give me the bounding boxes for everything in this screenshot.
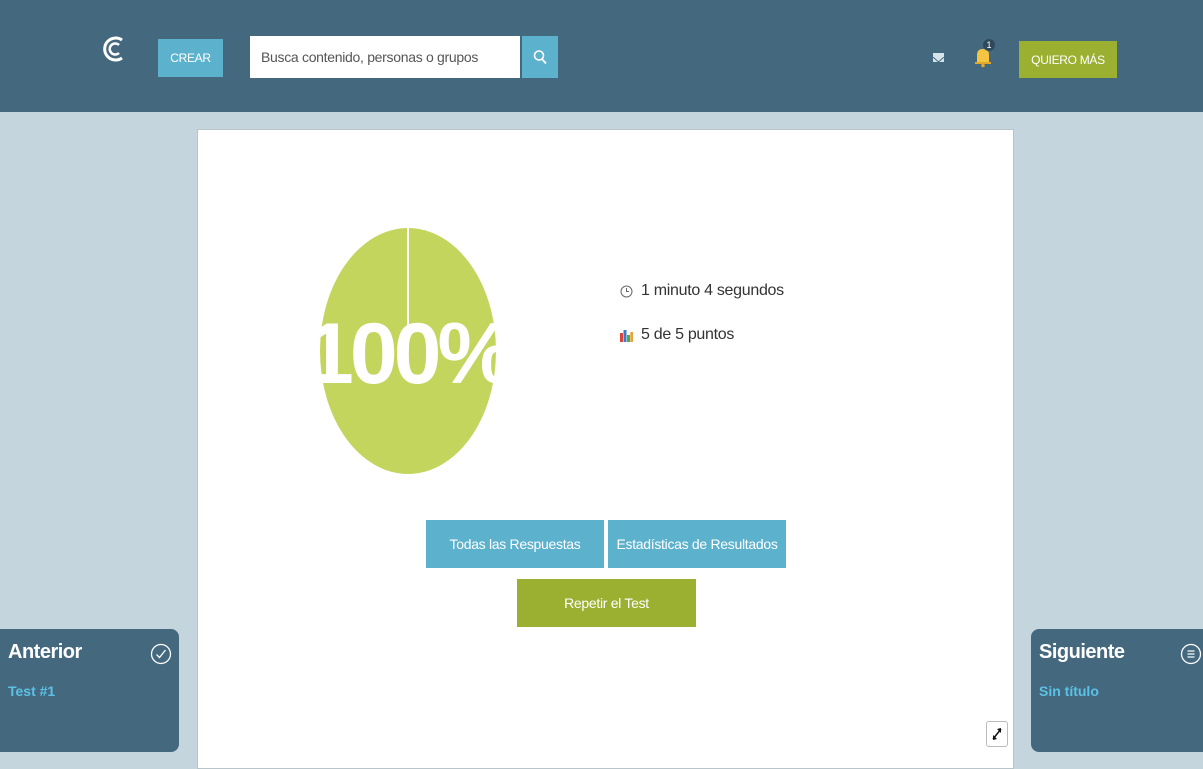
points-stat: 5 de 5 puntos — [620, 326, 734, 344]
search-button[interactable] — [522, 36, 558, 78]
time-label: 1 minuto 4 segundos — [641, 282, 784, 299]
quiero-mas-button[interactable]: QUIERO MÁS — [1019, 41, 1117, 78]
results-statistics-button[interactable]: Estadísticas de Resultados — [608, 520, 786, 568]
mail-icon[interactable] — [932, 53, 945, 63]
score-pie-chart: 100% — [318, 228, 498, 474]
clock-icon — [620, 285, 633, 298]
previous-item-link[interactable]: Test #1 — [8, 683, 55, 699]
previous-title: Anterior — [8, 641, 82, 663]
search-input[interactable]: Busca contenido, personas o grupos — [250, 36, 520, 78]
next-item-link[interactable]: Sin título — [1039, 683, 1099, 699]
score-percent-label: 100% — [318, 306, 498, 402]
next-title: Siguiente — [1039, 641, 1125, 663]
previous-nav-panel[interactable]: Anterior Test #1 — [0, 629, 179, 752]
result-card: 100% 1 minuto 4 segundos 5 de 5 puntos T… — [197, 129, 1014, 769]
top-bar: CREAR Busca contenido, personas o grupos… — [0, 0, 1203, 112]
expand-icon[interactable] — [986, 721, 1008, 747]
points-label: 5 de 5 puntos — [641, 326, 735, 343]
create-button[interactable]: CREAR — [158, 39, 223, 77]
check-circle-icon — [150, 643, 172, 665]
repeat-test-button[interactable]: Repetir el Test — [517, 579, 696, 627]
all-answers-button[interactable]: Todas las Respuestas — [426, 520, 604, 568]
list-circle-icon — [1180, 643, 1202, 665]
search-placeholder: Busca contenido, personas o grupos — [261, 49, 479, 65]
next-nav-panel[interactable]: Siguiente Sin título — [1031, 629, 1203, 752]
bar-chart-icon — [620, 329, 633, 342]
logo-icon[interactable] — [100, 34, 130, 64]
notification-badge: 1 — [983, 39, 995, 51]
time-stat: 1 minuto 4 segundos — [620, 282, 784, 300]
search-icon — [533, 50, 547, 65]
